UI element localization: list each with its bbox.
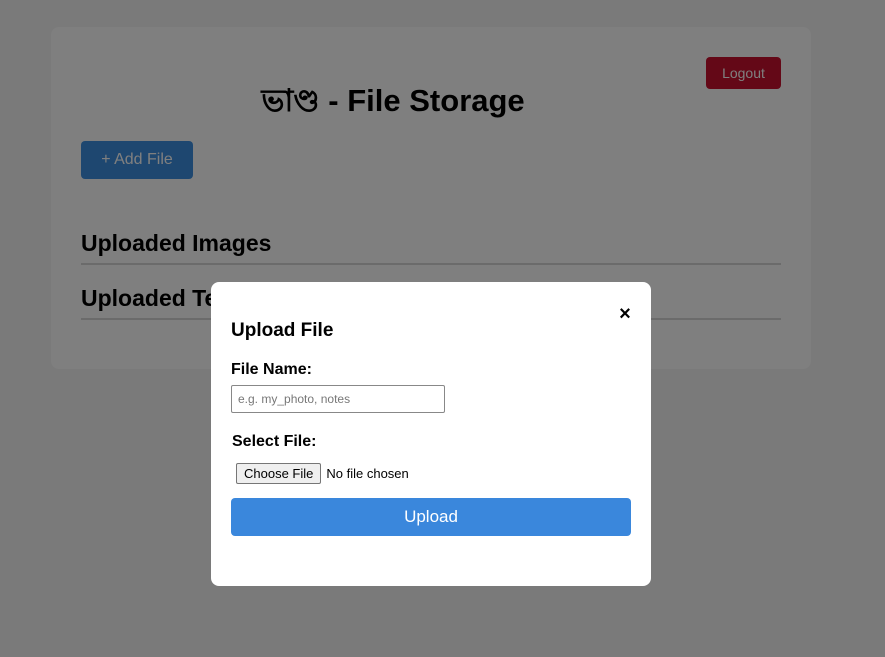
close-icon[interactable]: ×	[613, 302, 637, 326]
select-file-label: Select File:	[232, 433, 317, 450]
upload-button[interactable]: Upload	[231, 498, 631, 536]
choose-file-button[interactable]: Choose File	[236, 462, 322, 484]
file-picker: Choose File No file chosen	[236, 462, 409, 484]
modal-title: Upload File	[231, 320, 334, 341]
upload-modal: × Upload File File Name: Select File: Ch…	[211, 282, 651, 586]
file-name-input[interactable]	[231, 385, 445, 413]
page: Logout ভাণ্ড - File Storage + Add File U…	[0, 0, 885, 657]
file-name-label: File Name:	[231, 361, 312, 378]
no-file-status: No file chosen	[326, 465, 409, 481]
